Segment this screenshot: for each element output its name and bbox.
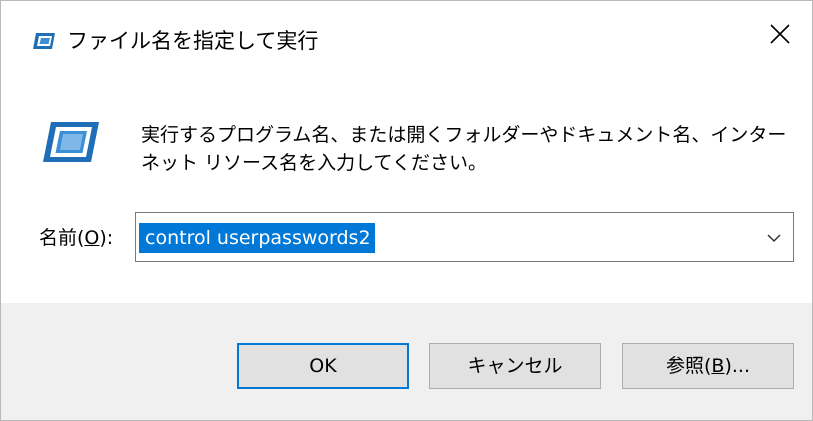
- browse-button[interactable]: 参照(B)...: [622, 343, 794, 389]
- close-button[interactable]: [748, 1, 812, 67]
- name-label-mnemonic: O: [84, 227, 100, 249]
- dialog-message: 実行するプログラム名、または開くフォルダーやドキュメント名、インター ネット リ…: [141, 121, 791, 177]
- message-line-1: 実行するプログラム名、または開くフォルダーやドキュメント名、インター: [141, 124, 787, 146]
- chevron-down-icon: [767, 234, 781, 243]
- run-dialog-icon: [39, 119, 101, 165]
- name-label-suffix: ):: [99, 227, 114, 249]
- command-combobox[interactable]: control userpasswords2: [135, 212, 794, 262]
- command-input[interactable]: control userpasswords2: [139, 223, 375, 253]
- name-label-prefix: 名前(: [39, 227, 85, 249]
- name-field-label: 名前(O):: [39, 225, 113, 251]
- browse-label-prefix: 参照(: [666, 355, 712, 377]
- run-dialog: ファイル名を指定して実行 実行するプログラム名、または開くフォルダーやドキュメン…: [0, 0, 813, 421]
- title-bar[interactable]: ファイル名を指定して実行: [1, 1, 812, 67]
- window-title: ファイル名を指定して実行: [67, 29, 319, 53]
- message-line-2: ネット リソース名を入力してください。: [141, 152, 487, 174]
- dropdown-button[interactable]: [763, 227, 785, 249]
- ok-button[interactable]: OK: [237, 343, 409, 389]
- button-bar: OK キャンセル 参照(B)...: [1, 303, 812, 420]
- run-dialog-icon: [32, 31, 56, 51]
- close-icon: [770, 24, 790, 44]
- browse-label-suffix: )...: [724, 355, 750, 377]
- browse-label-mnemonic: B: [711, 355, 725, 377]
- cancel-button[interactable]: キャンセル: [429, 343, 601, 389]
